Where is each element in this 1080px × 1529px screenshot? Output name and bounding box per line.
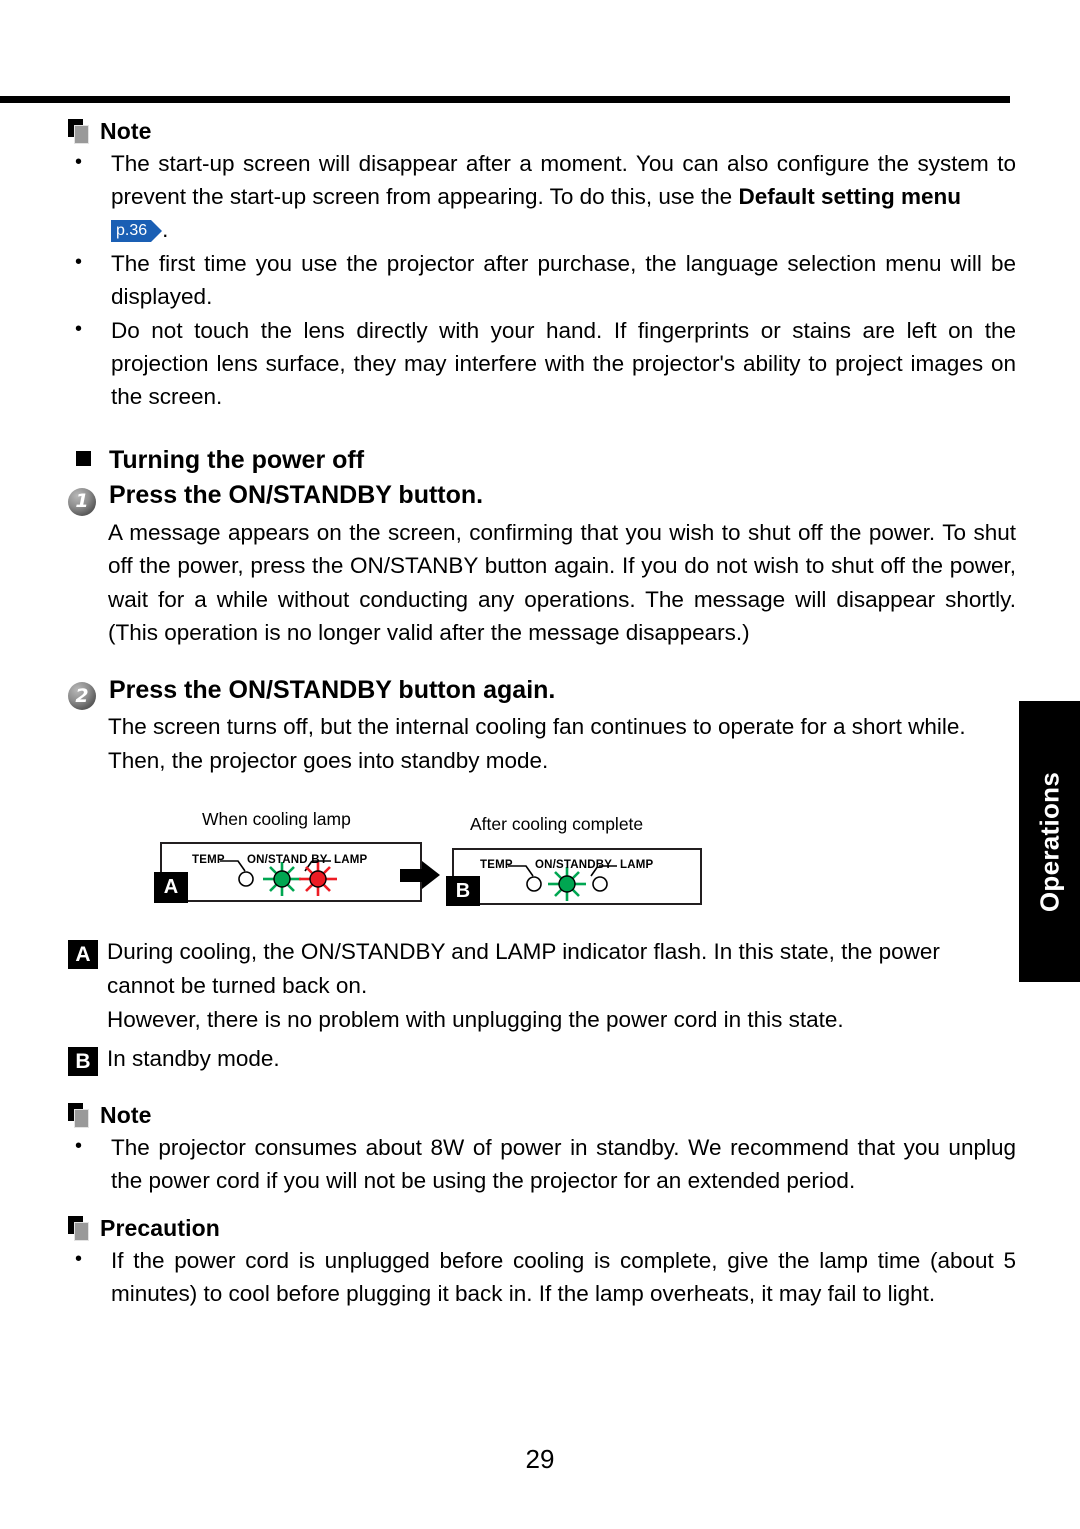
callout-b: B In standby mode. [68,1042,1016,1076]
note-bullet-list: The projector consumes about 8W of power… [68,1130,1016,1197]
page-content: Note The start-up screen will disappear … [68,118,1016,1310]
step-1: 1 Press the ON/STANDBY button. A message… [68,481,1016,650]
precaution-heading: Precaution [68,1215,1016,1242]
callout-a-line2: cannot be turned back on. [107,973,368,998]
note-icon [68,1102,90,1129]
callout-a-text: During cooling, the ON/STANDBY and LAMP … [107,939,940,964]
panel-tag-b: B [446,876,480,906]
note-bullet-text: The first time you use the projector aft… [111,251,1016,309]
callout-a-line3: However, there is no problem with unplug… [107,1006,844,1032]
list-item: The first time you use the projector aft… [68,246,1016,313]
precaution-icon [68,1215,90,1242]
step-title: Press the ON/STANDBY button. [109,481,484,509]
note-icon [68,118,90,145]
callout-tag-a: A [68,940,98,969]
led-standby-b [548,867,586,901]
list-item: Do not touch the lens directly with your… [68,313,1016,413]
step-body: The screen turns off, but the internal c… [108,714,966,773]
list-item: The projector consumes about 8W of power… [68,1130,1016,1197]
page-number: 29 [525,1444,555,1474]
label-lamp-b: LAMP [620,859,654,871]
step-number-badge: 2 [68,682,96,710]
page-reference-badge[interactable]: p.36 [111,220,163,242]
document-page: Note The start-up screen will disappear … [0,0,1080,1529]
note-bullet-bold: Default setting menu [738,184,961,209]
chapter-side-tab: Operations [1019,701,1080,982]
step-heading: 1 Press the ON/STANDBY button. [68,481,1016,516]
callout-tag-b: B [68,1047,98,1076]
step-body: A message appears on the screen, confirm… [108,519,1016,646]
step-heading: 2 Press the ON/STANDBY button again. [68,675,1016,710]
callout-a: A During cooling, the ON/STANDBY and LAM… [68,935,1016,969]
note-bullet-text: Do not touch the lens directly with your… [111,318,1016,409]
note-heading: Note [68,118,1016,145]
note-title: Note [100,118,152,144]
note-bullet-text: The projector consumes about 8W of power… [111,1135,1016,1193]
step-number-badge: 1 [68,487,96,516]
list-item: The start-up screen will disappear after… [68,146,1016,246]
label-standby-b: ON/STANDBY [535,859,613,871]
label-temp-b: TEMP [480,859,513,871]
step-2: 2 Press the ON/STANDBY button again. The… [68,676,1016,778]
callout-b-text: In standby mode. [107,1046,280,1071]
callout-list: A During cooling, the ON/STANDBY and LAM… [68,935,1016,1076]
precaution-block: Precaution If the power cord is unplugge… [68,1215,1016,1310]
square-bullet-icon [76,451,91,466]
note-bullet-text-after: . [162,217,169,242]
list-item: If the power cord is unplugged before co… [68,1243,1016,1310]
chapter-side-tab-label: Operations [1034,771,1064,912]
note-heading: Note [68,1102,1016,1129]
indicator-figure: When cooling lamp After cooling complete [150,809,730,927]
section-heading: Turning the power off [76,446,1016,475]
note-bullet-list: The start-up screen will disappear after… [68,146,1016,413]
led-lamp-b [592,876,608,892]
header-rule [0,96,1010,103]
precaution-bullet-list: If the power cord is unplugged before co… [68,1243,1016,1310]
note-title: Note [100,1102,152,1128]
precaution-title: Precaution [100,1215,220,1241]
precaution-bullet-text: If the power cord is unplugged before co… [111,1248,1016,1306]
note-block-top: Note The start-up screen will disappear … [68,118,1016,413]
led-temp-b [526,876,542,892]
step-title: Press the ON/STANDBY button again. [109,675,556,704]
section-title: Turning the power off [109,446,365,474]
note-block-bottom: Note The projector consumes about 8W of … [68,1102,1016,1197]
